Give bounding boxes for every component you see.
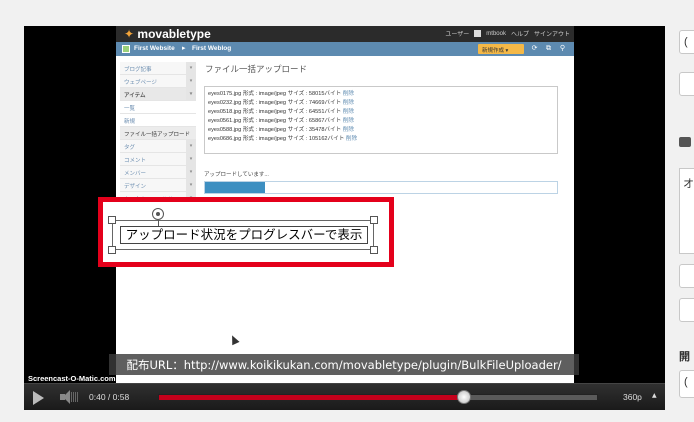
upload-progress-bar	[204, 181, 558, 194]
file-list: eyes0175.jpg 形式 : image/jpeg サイズ : 58015…	[204, 86, 558, 154]
delete-link[interactable]: 削除	[343, 127, 354, 133]
sidebar-item[interactable]: ファイル一括アップロード	[120, 127, 196, 140]
delete-link[interactable]: 削除	[343, 91, 354, 97]
chevron-down-icon[interactable]: ▾	[186, 88, 196, 101]
header-link-help[interactable]: ヘルプ	[511, 29, 529, 38]
sidebar-item[interactable]: ブログ記事 ▾	[120, 62, 196, 75]
sidebar-item-label: メンバー	[124, 171, 147, 177]
play-icon[interactable]	[33, 391, 44, 405]
rotate-handle-icon[interactable]	[152, 208, 164, 220]
video-player[interactable]: ✦ movabletype ユーザー mtbook ヘルプ サインアウト Fir…	[24, 26, 665, 410]
sidebar-item-label: タグ	[124, 145, 136, 151]
page-title: ファイル一括アップロード	[205, 64, 308, 74]
sidebar-item[interactable]: ウェブページ ▾	[120, 75, 196, 88]
chevron-down-icon[interactable]: ▾	[186, 179, 196, 192]
search-icon[interactable]: ⚲	[558, 44, 567, 53]
chevron-down-icon[interactable]: ▾	[186, 140, 196, 153]
time-display: 0:40 / 0:58	[89, 392, 130, 402]
file-row: eyes0588.jpg 形式 : image/jpeg サイズ : 35478…	[208, 126, 557, 135]
video-caption: 配布URL：http://www.koikikukan.com/movablet…	[109, 354, 579, 375]
resize-handle-icon[interactable]	[108, 216, 116, 224]
file-row: eyes0686.jpg 形式 : image/jpeg サイズ : 10516…	[208, 135, 557, 144]
delete-link[interactable]: 削除	[343, 100, 354, 106]
file-info: eyes0518.jpg 形式 : image/jpeg サイズ : 64551…	[208, 109, 342, 115]
nav-site-link[interactable]: First Website	[134, 45, 175, 52]
sidebar-item-label: コメント	[124, 158, 147, 164]
site-icon	[122, 45, 130, 53]
side-button[interactable]	[679, 264, 694, 288]
sidebar-item-label: 一覧	[124, 106, 136, 112]
mt-nav-bar: First Website ▸ First Weblog 新規作成 ▾ ⟳ ⧉ …	[116, 42, 574, 56]
file-info: eyes0588.jpg 形式 : image/jpeg サイズ : 35478…	[208, 127, 342, 133]
section-label: 開	[679, 351, 690, 363]
comment-icon	[679, 137, 691, 147]
quality-selector[interactable]: 360p	[623, 392, 642, 402]
volume-icon[interactable]	[60, 390, 80, 404]
nav-separator-icon: ▸	[182, 44, 186, 52]
file-info: eyes0232.jpg 形式 : image/jpeg サイズ : 74669…	[208, 100, 342, 106]
side-button[interactable]	[679, 298, 694, 322]
sidebar-item-label: デザイン	[124, 184, 147, 190]
nav-blog-link[interactable]: First Weblog	[192, 45, 231, 52]
chevron-down-icon[interactable]: ▾	[186, 75, 196, 88]
file-row: eyes0518.jpg 形式 : image/jpeg サイズ : 64551…	[208, 108, 557, 117]
sidebar-item-label: ウェブページ	[124, 80, 157, 86]
mouse-cursor-icon	[228, 333, 240, 346]
watermark: Screencast-O-Matic.com	[28, 374, 116, 383]
new-entry-button[interactable]: 新規作成 ▾	[478, 44, 524, 54]
sidebar-item-label: ファイル一括アップロード	[124, 132, 191, 138]
mt-logo: ✦ movabletype	[124, 27, 211, 41]
seek-bar[interactable]	[158, 394, 598, 401]
file-info: eyes0686.jpg 形式 : image/jpeg サイズ : 10516…	[208, 136, 345, 142]
file-info: eyes0175.jpg 形式 : image/jpeg サイズ : 58015…	[208, 91, 342, 97]
annotation-callout: アップロード状況をプログレスバーで表示	[120, 226, 368, 244]
side-button[interactable]	[679, 72, 694, 96]
header-link-signout[interactable]: サインアウト	[534, 29, 570, 38]
refresh-icon[interactable]: ⟳	[530, 44, 539, 53]
sidebar-item[interactable]: メンバー ▾	[120, 166, 196, 179]
right-page-strip: ( オ 開 (	[665, 0, 694, 422]
screen: ( オ 開 ( ✦ movabletype ユーザー mtbook ヘルプ サイ…	[0, 0, 694, 422]
mt-header: ✦ movabletype ユーザー mtbook ヘルプ サインアウト	[116, 26, 574, 42]
chevron-down-icon[interactable]: ▾	[186, 62, 196, 75]
resize-handle-icon[interactable]	[108, 246, 116, 254]
side-button[interactable]: (	[679, 30, 694, 54]
side-field[interactable]: (	[679, 370, 694, 398]
mt-header-links: ユーザー mtbook ヘルプ サインアウト	[445, 29, 570, 38]
sidebar-item[interactable]: コメント ▾	[120, 153, 196, 166]
chevron-down-icon[interactable]: ▾	[186, 166, 196, 179]
file-row: eyes0175.jpg 形式 : image/jpeg サイズ : 58015…	[208, 90, 557, 99]
seek-played	[159, 395, 462, 400]
sidebar-item-label: ブログ記事	[124, 67, 152, 73]
delete-link[interactable]: 削除	[343, 118, 354, 124]
sidebar-item[interactable]: アイテム ▾	[120, 88, 196, 101]
header-link-user[interactable]: ユーザー	[445, 29, 469, 38]
chevron-up-icon[interactable]: ▲	[652, 392, 657, 399]
sidebar-item[interactable]: デザイン ▾	[120, 179, 196, 192]
delete-link[interactable]: 削除	[343, 109, 354, 115]
view-site-icon[interactable]: ⧉	[544, 44, 553, 53]
upload-status-label: アップロードしています...	[204, 172, 269, 178]
player-controls: 0:40 / 0:58 360p ▲	[24, 383, 665, 410]
resize-handle-icon[interactable]	[370, 246, 378, 254]
seek-handle-icon[interactable]	[457, 390, 471, 404]
upload-progress-fill	[205, 182, 265, 193]
chevron-down-icon[interactable]: ▾	[186, 153, 196, 166]
sidebar-item[interactable]: タグ ▾	[120, 140, 196, 153]
sidebar-item[interactable]: 一覧	[120, 101, 196, 114]
file-row: eyes0232.jpg 形式 : image/jpeg サイズ : 74669…	[208, 99, 557, 108]
resize-handle-icon[interactable]	[370, 216, 378, 224]
delete-link[interactable]: 削除	[346, 136, 357, 142]
file-row: eyes0561.jpg 形式 : image/jpeg サイズ : 65867…	[208, 117, 557, 126]
sidebar-item-label: アイテム	[124, 93, 146, 99]
sidebar-item[interactable]: 新規	[120, 114, 196, 127]
header-link-account[interactable]: mtbook	[486, 31, 506, 37]
comment-box[interactable]: オ	[679, 168, 694, 254]
sidebar-item-label: 新規	[124, 119, 136, 125]
user-icon	[474, 30, 482, 37]
file-info: eyes0561.jpg 形式 : image/jpeg サイズ : 65867…	[208, 118, 342, 124]
